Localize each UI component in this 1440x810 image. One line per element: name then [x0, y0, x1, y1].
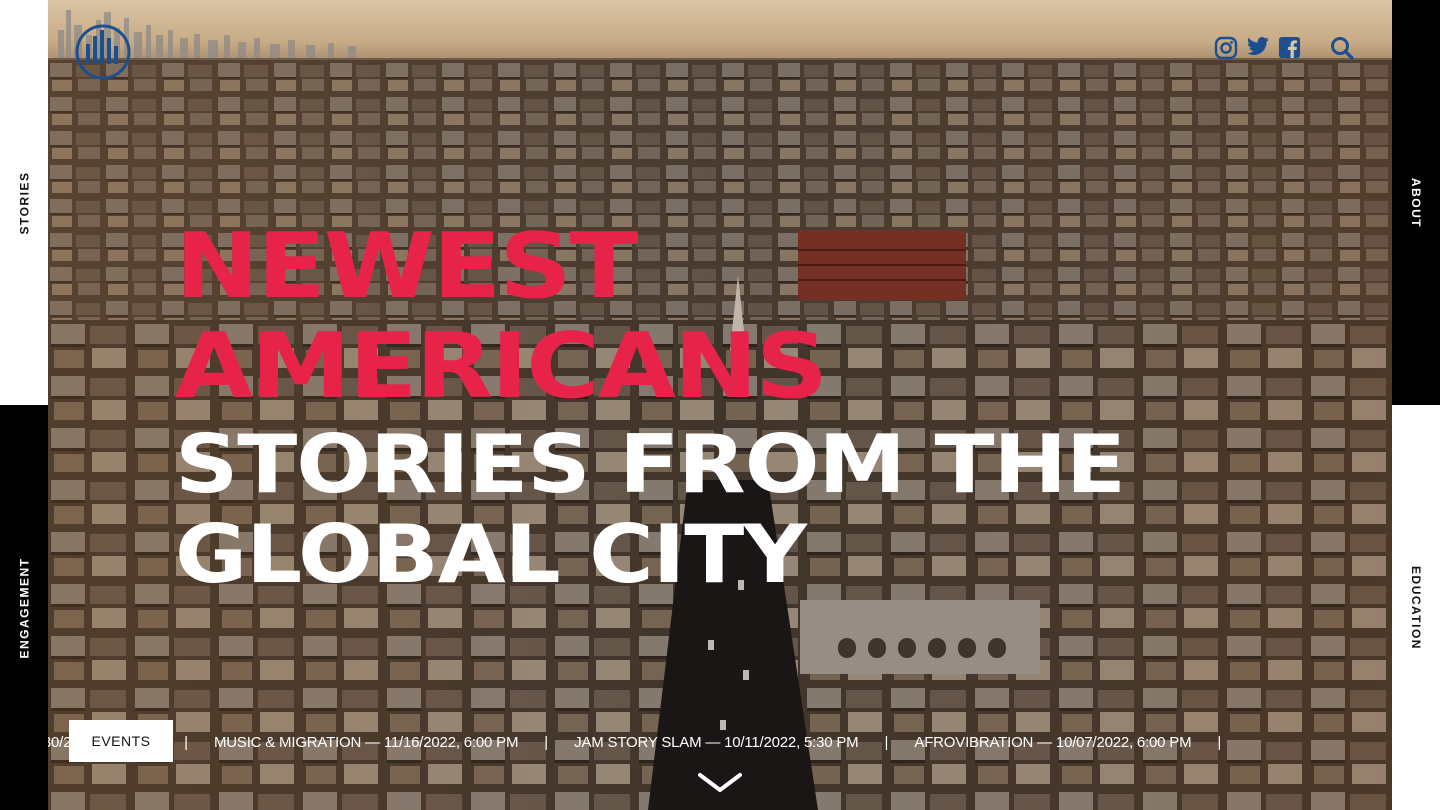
- nav-about[interactable]: ABOUT: [1392, 0, 1440, 405]
- ticker-event-3[interactable]: JAM STORY SLAM — 10/11/2022, 5:30 PM: [574, 734, 859, 751]
- instagram-icon[interactable]: [1214, 36, 1238, 60]
- nav-about-label: ABOUT: [1409, 177, 1424, 228]
- nav-education[interactable]: EDUCATION: [1392, 405, 1440, 810]
- facebook-icon[interactable]: [1278, 36, 1301, 59]
- chevron-down-icon[interactable]: [697, 770, 743, 796]
- headline-line-global-city: GLOBAL CITY: [175, 508, 807, 601]
- search-icon[interactable]: [1330, 36, 1354, 60]
- ticker-event-4[interactable]: AFROVIBRATION — 10/07/2022, 6:00 PM: [914, 734, 1191, 751]
- ticker-separator: |: [884, 733, 889, 751]
- ticker-track: NEW TOWN HALL — 11/30/2023, 7:00 PM | MU…: [48, 722, 1247, 762]
- nav-stories-label: STORIES: [17, 171, 31, 234]
- newest-americans-logo[interactable]: [68, 22, 138, 82]
- ticker-separator: |: [1217, 733, 1222, 751]
- headline-line-newest: NEWEST: [175, 214, 638, 319]
- ticker-separator: |: [544, 733, 549, 751]
- headline-line-stories-from-the: STORIES FROM THE: [175, 418, 1126, 511]
- ticker-event-2[interactable]: MUSIC & MIGRATION — 11/16/2022, 6:00 PM: [214, 734, 518, 751]
- events-button[interactable]: EVENTS: [69, 720, 173, 762]
- nav-engagement[interactable]: ENGAGEMENT: [0, 405, 48, 810]
- twitter-icon[interactable]: [1246, 36, 1270, 58]
- nav-education-label: EDUCATION: [1409, 565, 1424, 650]
- headline-line-americans: AMERICANS: [175, 314, 828, 419]
- events-ticker: NEW TOWN HALL — 11/30/2023, 7:00 PM | MU…: [48, 722, 1392, 762]
- nav-engagement-label: ENGAGEMENT: [17, 556, 32, 659]
- nav-stories[interactable]: STORIES: [0, 0, 48, 405]
- ticker-separator: |: [184, 733, 188, 751]
